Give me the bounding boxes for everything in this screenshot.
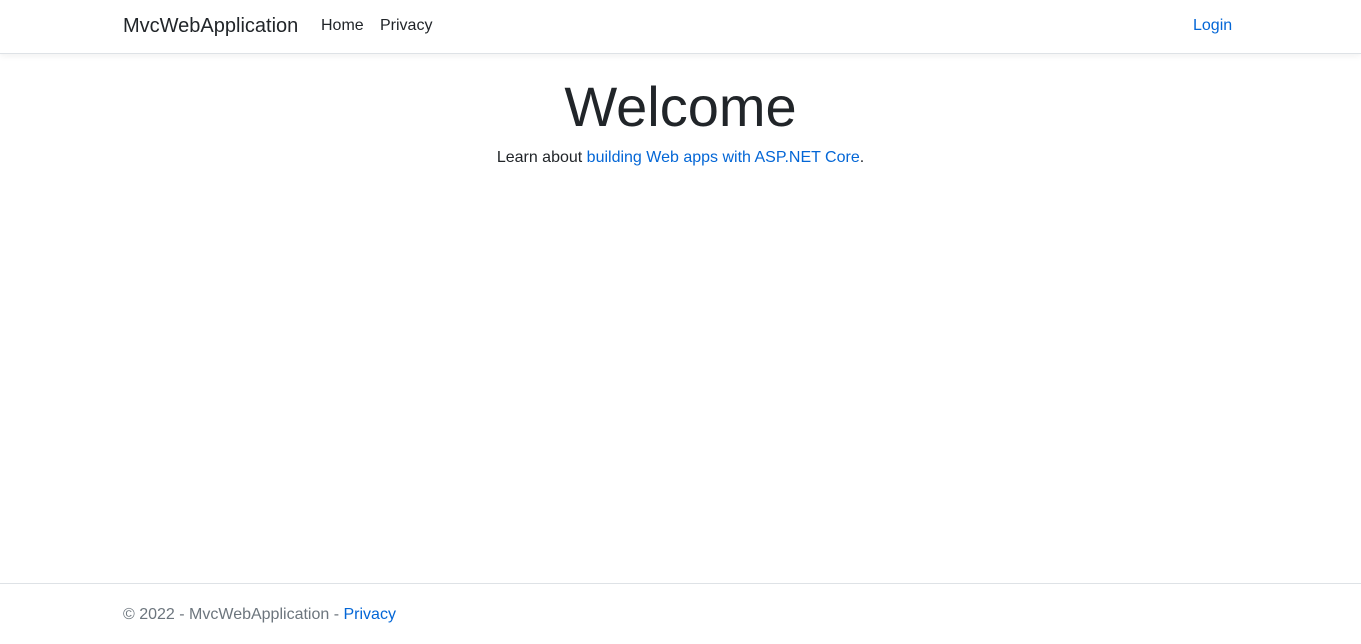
lead-paragraph: Learn about building Web apps with ASP.N… bbox=[0, 147, 1361, 169]
page-title: Welcome bbox=[564, 75, 797, 138]
aspnet-docs-link[interactable]: building Web apps with ASP.NET Core bbox=[587, 149, 860, 166]
lead-suffix: . bbox=[859, 149, 865, 166]
login-link[interactable]: Login bbox=[1193, 16, 1232, 36]
nav-home-link[interactable]: Home bbox=[321, 16, 364, 36]
brand-link[interactable]: MvcWebApplication bbox=[123, 14, 298, 38]
footer-text: © 2022 - MvcWebApplication - Privacy bbox=[123, 604, 396, 626]
nav-privacy-link[interactable]: Privacy bbox=[380, 16, 432, 36]
lead-prefix: Learn about bbox=[496, 149, 587, 166]
footer-privacy-link[interactable]: Privacy bbox=[343, 606, 395, 623]
page: MvcWebApplication Home Privacy Login Wel… bbox=[0, 0, 1361, 644]
main-content: Welcome Learn about building Web apps wi… bbox=[0, 55, 1361, 169]
navbar: MvcWebApplication Home Privacy Login bbox=[0, 0, 1361, 54]
copyright-text: © 2022 - MvcWebApplication - bbox=[123, 606, 344, 623]
footer: © 2022 - MvcWebApplication - Privacy bbox=[0, 583, 1361, 644]
